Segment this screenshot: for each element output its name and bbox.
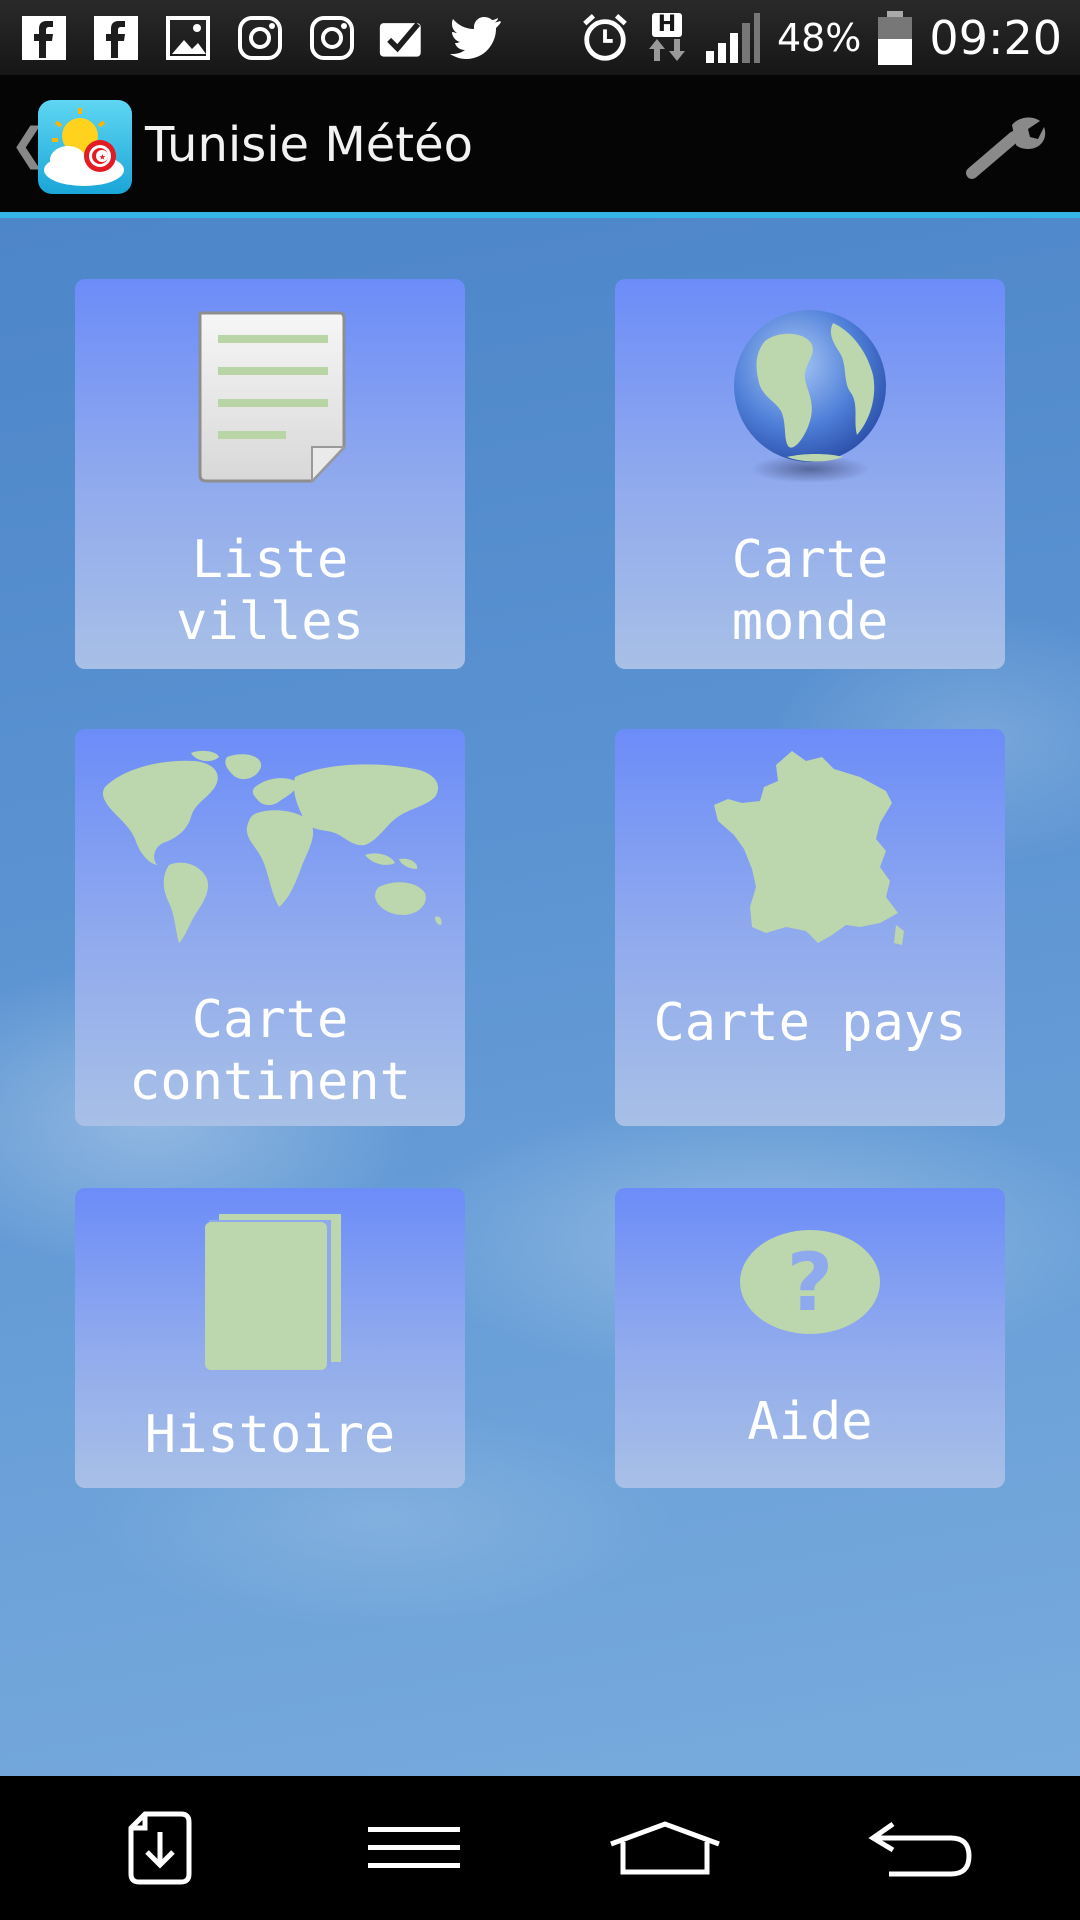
network-type: H [651, 13, 683, 37]
globe-icon [734, 310, 886, 483]
gallery-icon [162, 12, 214, 64]
tile-aide[interactable]: ? Aide [615, 1188, 1005, 1488]
tile-label: Histoire [144, 1405, 396, 1465]
world-map-icon [102, 750, 442, 943]
france-map-icon [714, 751, 904, 945]
status-bar: H 48% 09:20 [0, 0, 1080, 75]
clock: 09:20 [929, 11, 1062, 65]
menu-icon[interactable] [354, 1806, 474, 1890]
svg-text:?: ? [787, 1236, 833, 1329]
facebook-icon [18, 12, 70, 64]
tile-label: Carte continent [129, 990, 411, 1112]
signal-strength-icon [703, 12, 763, 64]
instagram-icon [234, 12, 286, 64]
tile-liste-villes[interactable]: Liste villes [75, 279, 465, 669]
facebook-icon [90, 12, 142, 64]
data-transfer-icon: H [645, 12, 689, 64]
history-book-icon [205, 1214, 341, 1370]
tile-carte-pays[interactable]: Carte pays [615, 729, 1005, 1126]
notification-icons [18, 12, 502, 64]
action-bar: ❮ Tunisie Météo [0, 75, 1080, 218]
tile-histoire[interactable]: Histoire [75, 1188, 465, 1488]
instagram-icon [306, 12, 358, 64]
screen: H 48% 09:20 ❮ Tunisie Météo Liste villes… [0, 0, 1080, 1920]
tile-label: Aide [747, 1392, 873, 1452]
main-menu: Liste villes Carte monde Carte continent… [0, 218, 1080, 1776]
twitter-icon [450, 12, 502, 64]
navigation-bar [0, 1776, 1080, 1920]
tile-label: Carte pays [653, 993, 967, 1053]
battery-percentage: 48% [776, 16, 862, 60]
tile-label: Carte monde [731, 530, 889, 652]
tile-carte-continent[interactable]: Carte continent [75, 729, 465, 1126]
app-title: Tunisie Météo [145, 117, 474, 173]
system-icons: H 48% 09:20 [579, 8, 1062, 68]
home-icon[interactable] [605, 1806, 725, 1890]
tile-label: Liste villes [176, 530, 364, 652]
settings-wrench-icon[interactable] [966, 115, 1046, 181]
download-icon[interactable] [100, 1806, 220, 1890]
checkbox-icon [378, 12, 430, 64]
help-icon: ? [740, 1230, 880, 1334]
tile-carte-monde[interactable]: Carte monde [615, 279, 1005, 669]
app-logo-icon[interactable] [38, 100, 132, 194]
back-icon[interactable] [860, 1806, 980, 1890]
alarm-icon [579, 12, 631, 64]
document-icon [198, 311, 347, 484]
battery-icon [875, 11, 915, 65]
